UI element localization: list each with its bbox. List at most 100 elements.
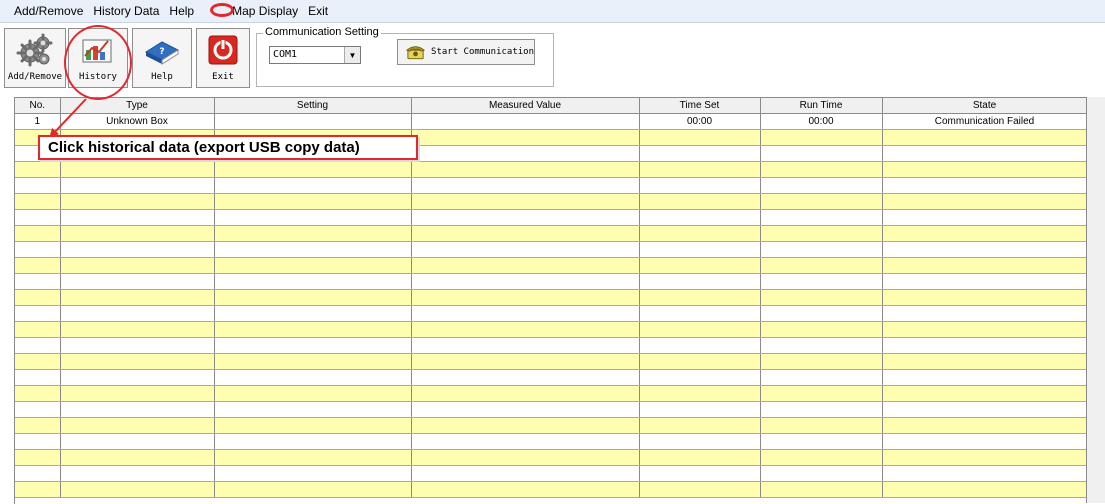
cell-no[interactable]: [15, 177, 61, 194]
cell-run-time[interactable]: [760, 241, 883, 258]
cell-no[interactable]: [15, 385, 61, 402]
cell-measured-value[interactable]: [411, 209, 640, 226]
cell-no[interactable]: [15, 465, 61, 482]
cell-state[interactable]: [882, 369, 1087, 386]
com-port-select[interactable]: COM1 ▼: [269, 46, 361, 64]
cell-no[interactable]: [15, 209, 61, 226]
cell-state[interactable]: [882, 353, 1087, 370]
table-row[interactable]: [15, 177, 1087, 194]
cell-setting[interactable]: [214, 353, 412, 370]
cell-no[interactable]: [15, 481, 61, 498]
cell-run-time[interactable]: [760, 481, 883, 498]
cell-measured-value[interactable]: [411, 449, 640, 466]
table-row[interactable]: [15, 225, 1087, 242]
cell-type[interactable]: [60, 305, 215, 322]
table-row[interactable]: [15, 193, 1087, 210]
menu-map-display[interactable]: Map Display: [227, 0, 303, 22]
cell-measured-value[interactable]: [411, 289, 640, 306]
cell-run-time[interactable]: [760, 449, 883, 466]
cell-measured-value[interactable]: [411, 113, 640, 130]
cell-time-set[interactable]: [639, 433, 761, 450]
history-button[interactable]: History: [68, 28, 128, 88]
table-row[interactable]: [15, 401, 1087, 418]
cell-no[interactable]: [15, 369, 61, 386]
cell-type[interactable]: [60, 321, 215, 338]
cell-type[interactable]: [60, 337, 215, 354]
cell-time-set[interactable]: [639, 401, 761, 418]
table-row[interactable]: [15, 337, 1087, 354]
cell-no[interactable]: [15, 225, 61, 242]
cell-time-set[interactable]: [639, 481, 761, 498]
table-row[interactable]: [15, 417, 1087, 434]
col-header-state[interactable]: State: [882, 98, 1087, 114]
cell-time-set[interactable]: 00:00: [639, 113, 761, 130]
cell-no[interactable]: [15, 353, 61, 370]
cell-setting[interactable]: [214, 305, 412, 322]
cell-measured-value[interactable]: [411, 273, 640, 290]
table-row[interactable]: [15, 385, 1087, 402]
cell-type[interactable]: [60, 401, 215, 418]
cell-setting[interactable]: [214, 385, 412, 402]
cell-run-time[interactable]: [760, 433, 883, 450]
menu-history-data[interactable]: History Data: [88, 0, 164, 22]
cell-run-time[interactable]: [760, 273, 883, 290]
cell-measured-value[interactable]: [411, 257, 640, 274]
cell-time-set[interactable]: [639, 385, 761, 402]
cell-measured-value[interactable]: [411, 241, 640, 258]
cell-type[interactable]: [60, 385, 215, 402]
cell-measured-value[interactable]: [411, 177, 640, 194]
cell-state[interactable]: [882, 449, 1087, 466]
cell-type[interactable]: [60, 369, 215, 386]
cell-measured-value[interactable]: [411, 433, 640, 450]
cell-setting[interactable]: [214, 273, 412, 290]
cell-no[interactable]: [15, 449, 61, 466]
cell-no[interactable]: [15, 193, 61, 210]
table-row[interactable]: [15, 257, 1087, 274]
cell-run-time[interactable]: [760, 353, 883, 370]
cell-time-set[interactable]: [639, 177, 761, 194]
cell-measured-value[interactable]: [411, 353, 640, 370]
cell-run-time[interactable]: [760, 257, 883, 274]
cell-type[interactable]: [60, 241, 215, 258]
col-header-no[interactable]: No.: [15, 98, 61, 114]
table-row[interactable]: [15, 353, 1087, 370]
cell-setting[interactable]: [214, 321, 412, 338]
cell-measured-value[interactable]: [411, 225, 640, 242]
add-remove-button[interactable]: Add/Remove: [4, 28, 66, 88]
cell-no[interactable]: [15, 337, 61, 354]
table-row[interactable]: [15, 273, 1087, 290]
cell-measured-value[interactable]: [411, 321, 640, 338]
table-row[interactable]: [15, 305, 1087, 322]
cell-measured-value[interactable]: [411, 369, 640, 386]
cell-no[interactable]: [15, 401, 61, 418]
cell-type[interactable]: [60, 353, 215, 370]
cell-state[interactable]: [882, 145, 1087, 162]
cell-run-time[interactable]: [760, 225, 883, 242]
cell-setting[interactable]: [214, 289, 412, 306]
cell-time-set[interactable]: [639, 289, 761, 306]
table-row[interactable]: [15, 449, 1087, 466]
table-row[interactable]: [15, 209, 1087, 226]
cell-type[interactable]: [60, 257, 215, 274]
cell-measured-value[interactable]: [411, 337, 640, 354]
table-row[interactable]: [15, 433, 1087, 450]
cell-measured-value[interactable]: [411, 161, 640, 178]
cell-state[interactable]: [882, 337, 1087, 354]
cell-run-time[interactable]: [760, 161, 883, 178]
cell-no[interactable]: [15, 257, 61, 274]
cell-time-set[interactable]: [639, 273, 761, 290]
cell-state[interactable]: [882, 177, 1087, 194]
cell-measured-value[interactable]: [411, 465, 640, 482]
col-header-run-time[interactable]: Run Time: [760, 98, 883, 114]
cell-setting[interactable]: [214, 449, 412, 466]
cell-run-time[interactable]: [760, 465, 883, 482]
cell-time-set[interactable]: [639, 161, 761, 178]
cell-measured-value[interactable]: [411, 401, 640, 418]
cell-no[interactable]: 1: [15, 113, 61, 130]
cell-no[interactable]: [15, 433, 61, 450]
cell-state[interactable]: [882, 305, 1087, 322]
cell-run-time[interactable]: [760, 289, 883, 306]
cell-run-time[interactable]: [760, 337, 883, 354]
cell-type[interactable]: [60, 417, 215, 434]
cell-setting[interactable]: [214, 465, 412, 482]
